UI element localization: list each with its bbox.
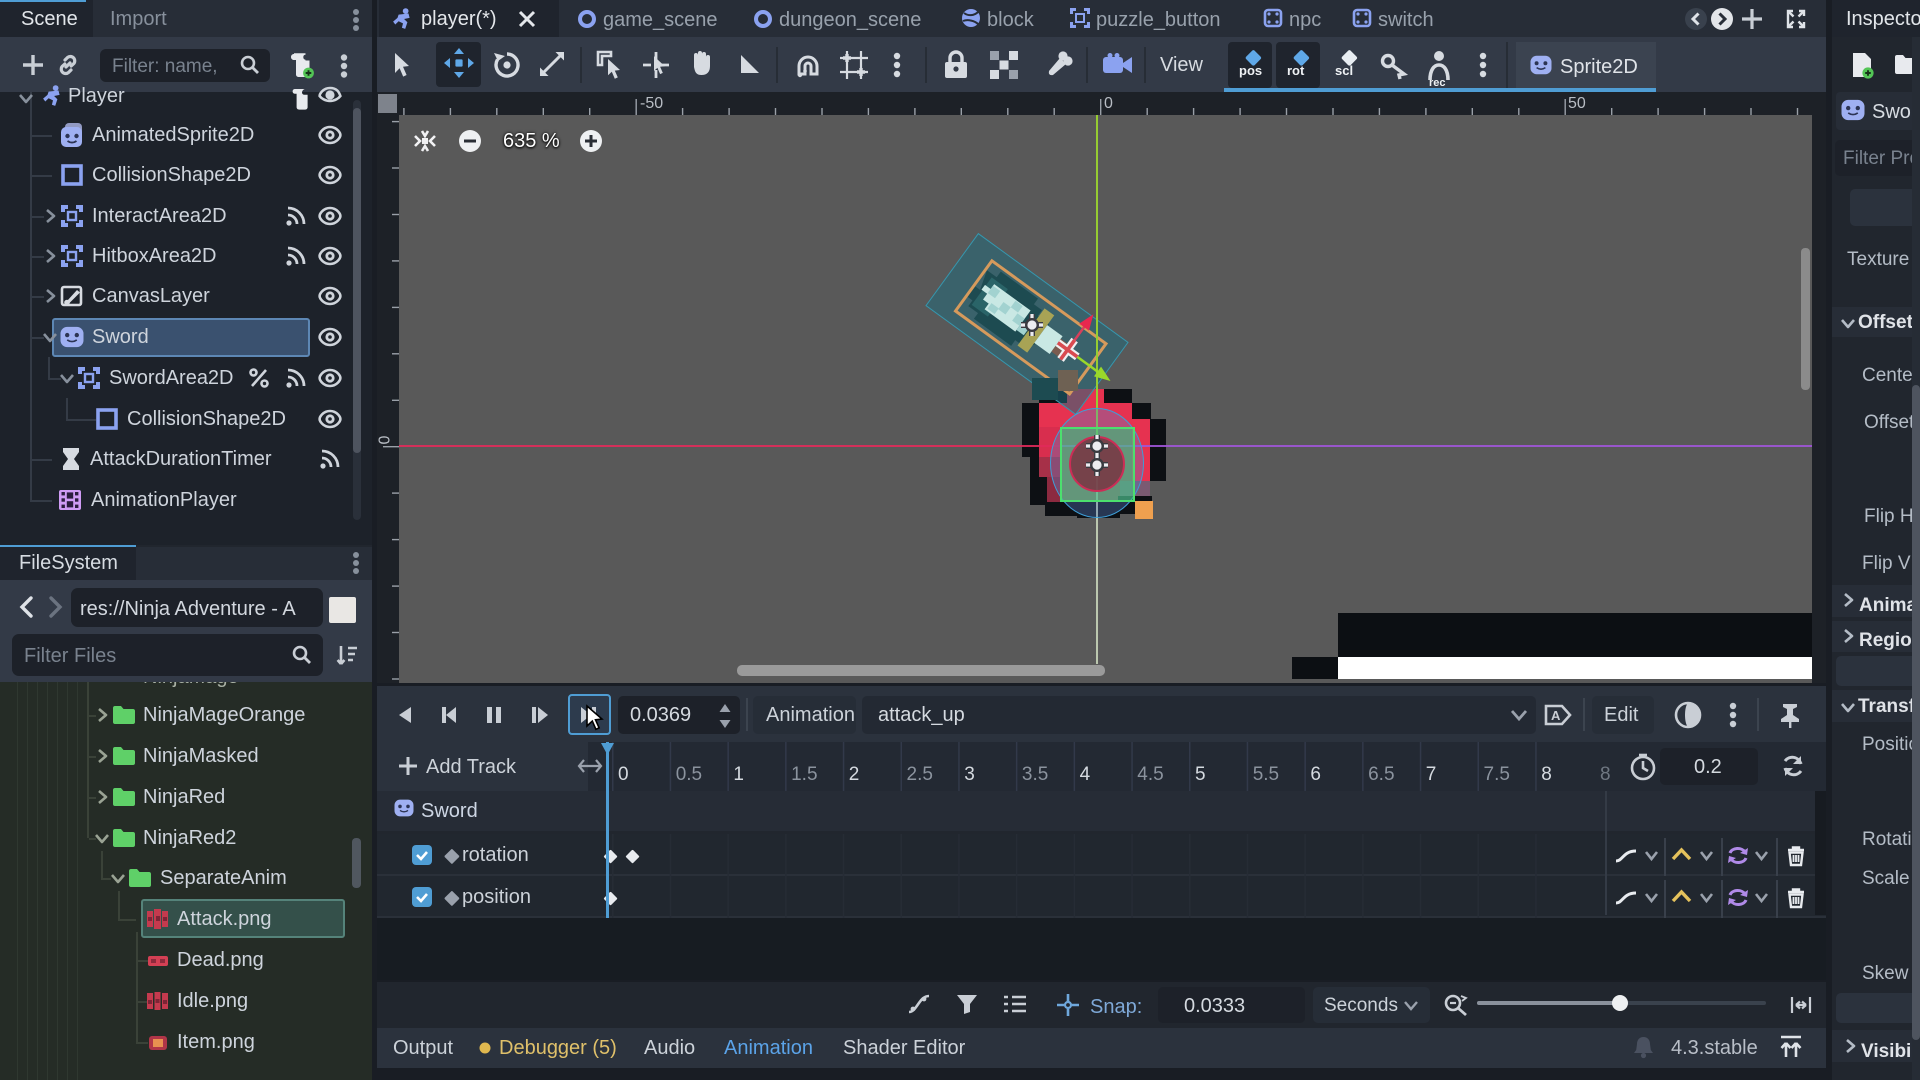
svg-text:A: A [1551, 708, 1561, 723]
